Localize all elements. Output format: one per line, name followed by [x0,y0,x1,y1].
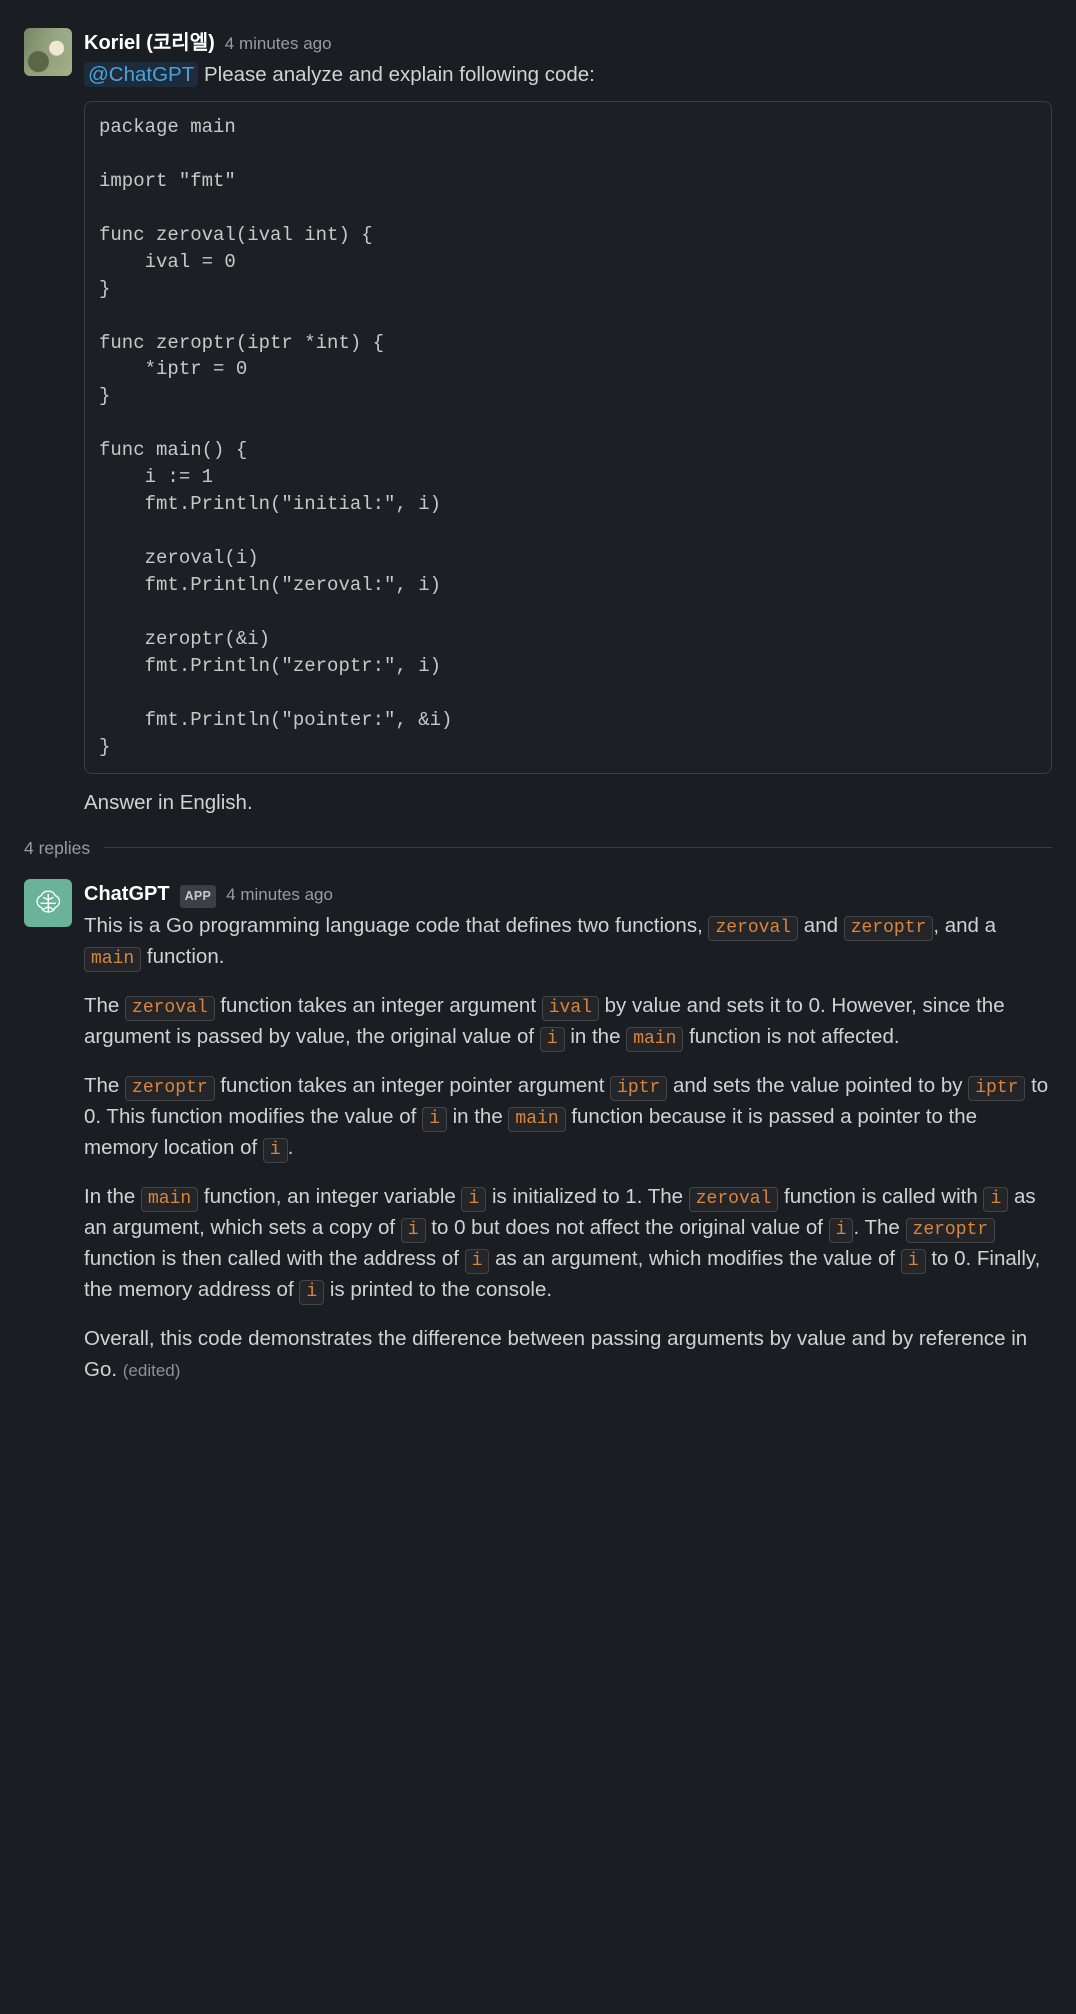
text: This is a Go programming language code t… [84,914,708,937]
message-text: @ChatGPT Please analyze and explain foll… [84,60,1052,91]
text: The [84,994,125,1017]
inline-code: zeroptr [844,916,934,941]
paragraph: The zeroptr function takes an integer po… [84,1071,1052,1164]
author-name[interactable]: ChatGPT [84,879,170,909]
edited-label: (edited) [123,1361,181,1380]
avatar-bot[interactable] [24,879,72,927]
replies-count[interactable]: 4 replies [24,835,90,861]
inline-code: i [901,1249,926,1274]
inline-code: ival [542,996,599,1021]
text: is printed to the console. [324,1278,552,1301]
inline-code: zeroval [708,916,798,941]
reply-text: This is a Go programming language code t… [84,911,1052,1386]
inline-code: i [422,1107,447,1132]
outro-text: Answer in English. [84,788,1052,819]
message-header: ChatGPT APP 4 minutes ago [84,879,1052,909]
message-body: ChatGPT APP 4 minutes ago This is a Go p… [84,879,1052,1386]
inline-code: i [983,1187,1008,1212]
message-bot: ChatGPT APP 4 minutes ago This is a Go p… [24,879,1052,1386]
text: is initialized to 1. The [486,1185,688,1208]
text: function takes an integer argument [215,994,542,1017]
separator-line [104,847,1052,848]
text: . The [853,1216,905,1239]
inline-code: i [465,1249,490,1274]
text: and [798,914,844,937]
inline-code: main [141,1187,198,1212]
replies-separator: 4 replies [24,835,1052,861]
text: function is then called with the address… [84,1247,465,1270]
text: function, an integer variable [198,1185,461,1208]
inline-code: main [84,947,141,972]
paragraph: This is a Go programming language code t… [84,911,1052,973]
text: in the [565,1025,627,1048]
text: , and a [933,914,996,937]
inline-code: iptr [968,1076,1025,1101]
mention[interactable]: @ChatGPT [84,62,198,87]
message-user: Koriel (코리엘) 4 minutes ago @ChatGPT Plea… [24,28,1052,819]
intro-text: Please analyze and explain following cod… [198,63,595,86]
inline-code: zeroptr [906,1218,996,1243]
text: function. [141,945,224,968]
inline-code: zeroval [689,1187,779,1212]
paragraph: Overall, this code demonstrates the diff… [84,1324,1052,1386]
app-badge: APP [180,885,217,908]
inline-code: main [626,1027,683,1052]
text: to 0 but does not affect the original va… [426,1216,829,1239]
text: Overall, this code demonstrates the diff… [84,1327,1027,1381]
text: and sets the value pointed to by [667,1074,968,1097]
text: as an argument, which modifies the value… [489,1247,900,1270]
text: In the [84,1185,141,1208]
inline-code: iptr [610,1076,667,1101]
message-header: Koriel (코리엘) 4 minutes ago [84,28,1052,58]
paragraph: In the main function, an integer variabl… [84,1182,1052,1306]
text: function is not affected. [683,1025,899,1048]
inline-code: zeroval [125,996,215,1021]
inline-code: main [508,1107,565,1132]
text: in the [447,1105,509,1128]
code-block[interactable]: package main import "fmt" func zeroval(i… [84,101,1052,774]
text: function takes an integer pointer argume… [215,1074,610,1097]
inline-code: i [263,1138,288,1163]
inline-code: i [461,1187,486,1212]
text: The [84,1074,125,1097]
timestamp[interactable]: 4 minutes ago [225,31,332,57]
avatar-user[interactable] [24,28,72,76]
chatgpt-logo-icon [31,886,66,921]
text: . [288,1136,294,1159]
inline-code: i [829,1218,854,1243]
author-name[interactable]: Koriel (코리엘) [84,28,215,58]
text: function is called with [778,1185,983,1208]
message-body: Koriel (코리엘) 4 minutes ago @ChatGPT Plea… [84,28,1052,819]
inline-code: i [401,1218,426,1243]
inline-code: i [540,1027,565,1052]
paragraph: The zeroval function takes an integer ar… [84,991,1052,1053]
inline-code: zeroptr [125,1076,215,1101]
timestamp[interactable]: 4 minutes ago [226,882,333,908]
inline-code: i [299,1280,324,1305]
